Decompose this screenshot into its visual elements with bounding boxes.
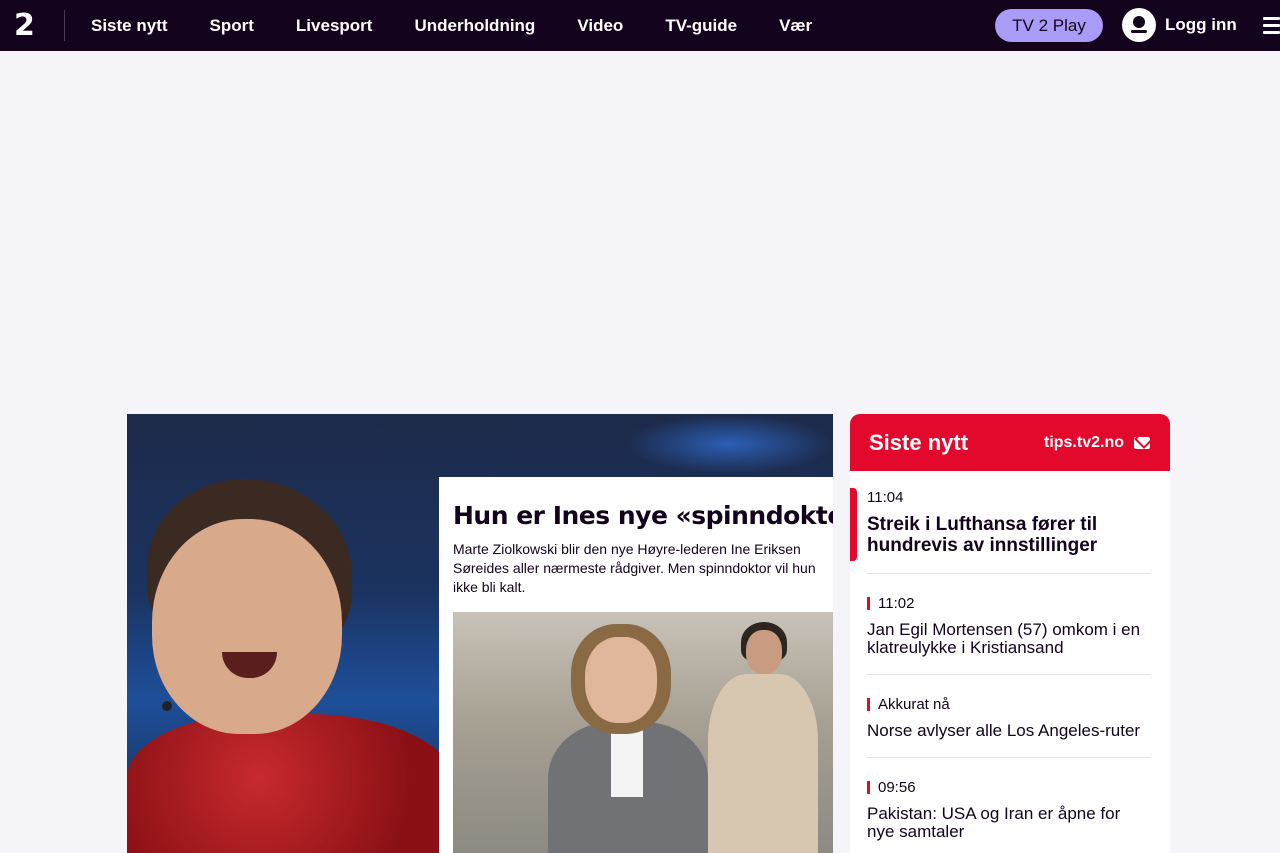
microphone-icon [162,701,172,711]
article-preview-card: Hun er Ines nye «spinndoktor Marte Ziolk… [439,477,833,853]
news-item-time-row: Akkurat nå [867,696,1151,713]
news-item-text: Pakistan: USA og Iran er åpne for nye sa… [867,804,1121,841]
latest-news-panel: Siste nytt tips.tv2.no 11:04 Streik i Lu… [850,414,1170,853]
main-nav: Siste nytt Sport Livesport Underholdning… [70,0,833,51]
news-item[interactable]: 11:04 Streik i Lufthansa fører til hundr… [850,471,1151,574]
login-label: Logg inn [1165,15,1237,34]
nav-item-video[interactable]: Video [556,16,644,36]
nav-item-sport[interactable]: Sport [189,16,275,36]
hero-person-body [127,714,457,853]
article-photo [453,612,833,853]
tv2-logo-icon[interactable]: 2 [14,10,44,42]
news-item-time: Akkurat nå [878,696,950,713]
nav-item-tv-guide[interactable]: TV-guide [644,16,758,36]
top-navigation-bar: 2 Siste nytt Sport Livesport Underholdni… [0,0,1280,51]
news-item-time: 09:56 [878,779,916,796]
logo-divider [64,10,65,41]
time-marker [867,781,870,794]
news-item-time-row: 11:02 [867,595,1151,612]
photo-person-left-shirt [611,727,643,797]
nav-item-livesport[interactable]: Livesport [275,16,394,36]
news-item[interactable]: 11:02 Jan Egil Mortensen (57) omkom i en… [867,574,1151,675]
breaking-indicator [850,488,857,561]
photo-person-right-face [746,630,782,674]
user-avatar-icon [1122,8,1156,42]
time-marker [867,698,870,711]
nav-item-siste-nytt[interactable]: Siste nytt [70,16,189,36]
menu-icon[interactable] [1263,17,1280,34]
nav-item-underholdning[interactable]: Underholdning [393,16,556,36]
news-item-text: Jan Egil Mortensen (57) omkom i en klatr… [867,620,1141,657]
stage-light [627,414,833,474]
article-headline[interactable]: Hun er Ines nye «spinndoktor [453,501,833,530]
mail-icon [1134,436,1150,449]
news-item-text: Norse avlyser alle Los Angeles-ruter [867,721,1141,740]
photo-person-left-face [585,637,657,723]
hero-person-face [152,519,342,734]
nav-item-vaer[interactable]: Vær [758,16,833,36]
tips-link[interactable]: tips.tv2.no [1044,434,1150,452]
tips-label: tips.tv2.no [1043,433,1124,451]
news-item-text: Streik i Lufthansa fører til hundrevis a… [867,514,1098,556]
time-marker [867,597,870,610]
news-item-time: 11:02 [878,595,915,612]
latest-news-title[interactable]: Siste nytt [869,430,968,456]
latest-news-header: Siste nytt tips.tv2.no [850,414,1170,471]
news-item[interactable]: 09:56 Pakistan: USA og Iran er åpne for … [867,758,1151,853]
photo-person-right-body [708,674,818,853]
login-button[interactable]: Logg inn [1122,8,1237,42]
news-item[interactable]: Akkurat nå Norse avlyser alle Los Angele… [867,675,1151,758]
article-lead: Marte Ziolkowski blir den nye Høyre-lede… [453,541,816,595]
hero-article[interactable]: Hun er Ines nye «spinndoktor Marte Ziolk… [127,414,833,853]
news-item-time-row: 09:56 [867,779,1151,796]
tv2-play-button[interactable]: TV 2 Play [995,9,1103,42]
news-item-time: 11:04 [867,489,904,506]
